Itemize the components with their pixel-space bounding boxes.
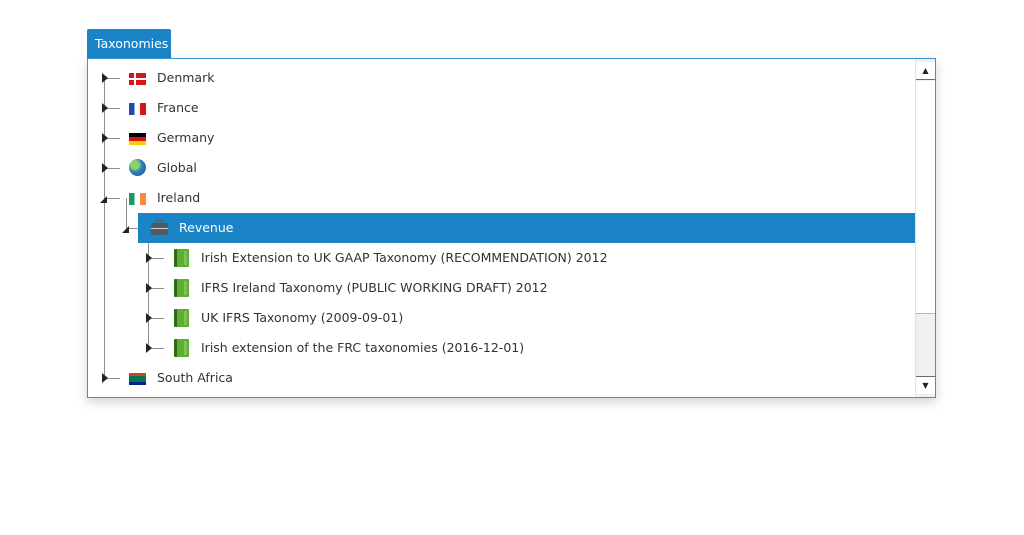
book-icon — [174, 339, 189, 357]
tree-node-label: Denmark — [157, 70, 215, 85]
flag-germany-icon — [129, 133, 146, 145]
tree-node-taxonomy[interactable]: Irish extension of the FRC taxonomies (2… — [88, 333, 915, 363]
tree-node-label: Irish extension of the FRC taxonomies (2… — [201, 340, 525, 355]
tree-node-label: Revenue — [179, 220, 234, 235]
tree-node-germany[interactable]: Germany — [88, 123, 915, 153]
expand-arrow-icon[interactable] — [146, 283, 152, 293]
taxonomies-panel: Denmark France Germany Global Ireland Re… — [87, 58, 936, 398]
scroll-up-button[interactable]: ▲ — [916, 62, 935, 80]
tree-node-denmark[interactable]: Denmark — [88, 63, 915, 93]
flag-france-icon — [129, 103, 146, 115]
briefcase-icon — [151, 220, 168, 235]
collapse-arrow-icon[interactable] — [100, 196, 107, 203]
flag-denmark-icon — [129, 73, 146, 85]
tree-node-ireland[interactable]: Ireland — [88, 183, 915, 213]
tree-node-label: France — [157, 100, 199, 115]
vertical-scrollbar[interactable]: ▲ ▼ — [915, 59, 935, 397]
tree-node-taxonomy[interactable]: IFRS Ireland Taxonomy (PUBLIC WORKING DR… — [88, 273, 915, 303]
expand-arrow-icon[interactable] — [102, 163, 108, 173]
flag-south-africa-icon — [129, 373, 146, 385]
book-icon — [174, 309, 189, 327]
tree-node-label: Global — [157, 160, 197, 175]
expand-arrow-icon[interactable] — [102, 73, 108, 83]
expand-arrow-icon[interactable] — [146, 313, 152, 323]
book-icon — [174, 249, 189, 267]
tree-node-south-africa[interactable]: South Africa — [88, 363, 915, 393]
tree-node-revenue[interactable]: Revenue — [138, 213, 915, 243]
globe-icon — [129, 159, 146, 176]
expand-arrow-icon[interactable] — [102, 373, 108, 383]
tree-node-label: Ireland — [157, 190, 201, 205]
taxonomies-tab[interactable]: Taxonomies — [87, 29, 171, 58]
expand-arrow-icon[interactable] — [102, 133, 108, 143]
expand-arrow-icon[interactable] — [146, 253, 152, 263]
tree-node-global[interactable]: Global — [88, 153, 915, 183]
book-icon — [174, 279, 189, 297]
tree-node-taxonomy[interactable]: Irish Extension to UK GAAP Taxonomy (REC… — [88, 243, 915, 273]
expand-arrow-icon[interactable] — [102, 103, 108, 113]
taxonomy-tree: Denmark France Germany Global Ireland Re… — [88, 59, 915, 397]
tree-node-taxonomy[interactable]: UK IFRS Taxonomy (2009-09-01) — [88, 303, 915, 333]
scrollbar-thumb[interactable] — [916, 81, 935, 314]
tree-node-label: South Africa — [157, 370, 233, 385]
flag-ireland-icon — [129, 193, 146, 205]
tree-node-label: Irish Extension to UK GAAP Taxonomy (REC… — [201, 250, 608, 265]
expand-arrow-icon[interactable] — [146, 343, 152, 353]
tree-node-label: UK IFRS Taxonomy (2009-09-01) — [201, 310, 404, 325]
scroll-down-button[interactable]: ▼ — [916, 376, 935, 394]
tree-node-france[interactable]: France — [88, 93, 915, 123]
tree-node-label: Germany — [157, 130, 215, 145]
collapse-arrow-icon[interactable] — [122, 226, 129, 233]
tree-node-label: IFRS Ireland Taxonomy (PUBLIC WORKING DR… — [201, 280, 548, 295]
